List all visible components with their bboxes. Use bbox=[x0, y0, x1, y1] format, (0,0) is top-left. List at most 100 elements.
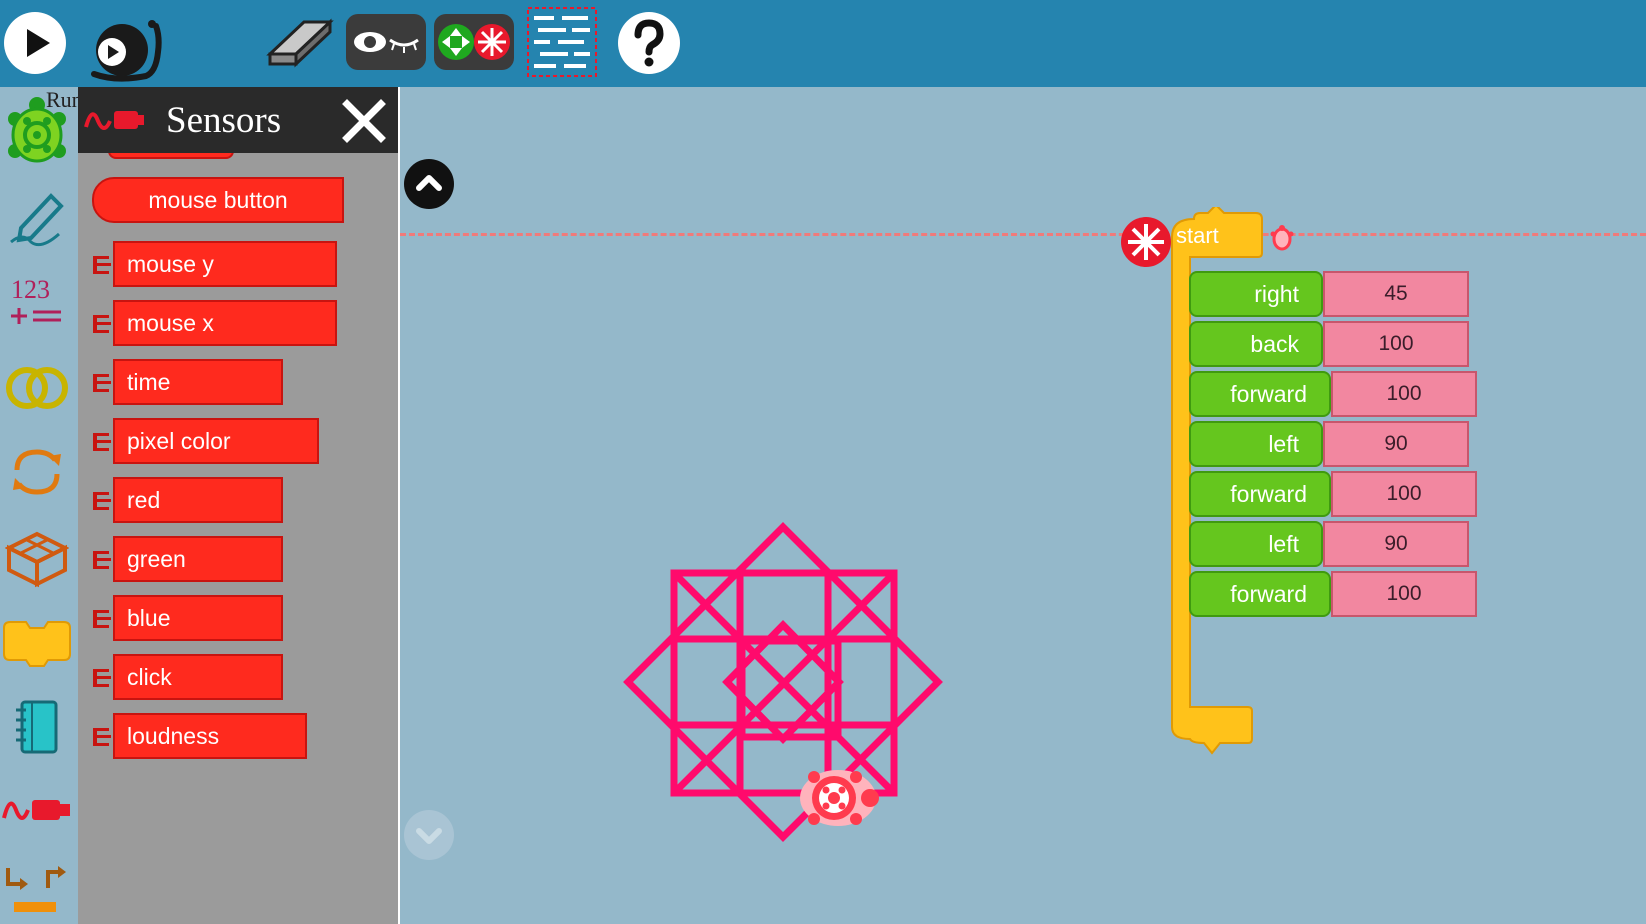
number-value: 100 bbox=[1378, 332, 1414, 355]
block-connector bbox=[93, 492, 111, 510]
grid-dashed-line bbox=[400, 233, 1646, 236]
stop-turtle-button[interactable] bbox=[1120, 216, 1172, 268]
media-palette-button[interactable] bbox=[2, 691, 72, 761]
help-button[interactable] bbox=[616, 10, 682, 76]
number-input-block[interactable]: 100 bbox=[1331, 371, 1477, 417]
sensor-block[interactable]: green bbox=[93, 536, 283, 582]
palette-sidebar: Run 123 bbox=[0, 87, 83, 924]
sensor-block[interactable]: loudness bbox=[93, 713, 307, 759]
help-icon bbox=[618, 12, 680, 74]
block-connector bbox=[93, 374, 111, 392]
sensors-palette-button[interactable] bbox=[2, 775, 72, 845]
sensor-block-label: time bbox=[127, 368, 171, 395]
turtle-sprite bbox=[800, 770, 879, 826]
expand-collapse-button[interactable] bbox=[434, 14, 514, 70]
number-palette-button[interactable]: 123 bbox=[2, 267, 72, 337]
turtle-command-block[interactable]: left bbox=[1189, 521, 1323, 567]
eye-icon bbox=[354, 32, 419, 53]
scroll-up-button[interactable] bbox=[404, 159, 454, 209]
svg-text:123: 123 bbox=[11, 275, 50, 304]
extras-palette-button[interactable] bbox=[2, 847, 72, 917]
eraser-icon bbox=[266, 18, 334, 68]
command-label: left bbox=[1268, 430, 1299, 457]
main-toolbar bbox=[0, 0, 1646, 87]
sensor-block[interactable]: mouse x bbox=[93, 300, 337, 346]
box-icon bbox=[5, 531, 69, 588]
sensor-block[interactable]: red bbox=[93, 477, 283, 523]
number-input-block[interactable]: 90 bbox=[1323, 521, 1469, 567]
grid-icon bbox=[527, 7, 597, 77]
turtle-palette-button[interactable] bbox=[2, 95, 72, 165]
run-button[interactable] bbox=[2, 10, 68, 76]
sensor-block-label: blue bbox=[127, 604, 171, 631]
sensor-block-label: mouse button bbox=[148, 186, 288, 213]
block-connector bbox=[93, 610, 111, 628]
pen-palette-button[interactable] bbox=[2, 183, 72, 253]
chevron-up-icon bbox=[404, 159, 454, 209]
turtle-command-block[interactable]: left bbox=[1189, 421, 1323, 467]
turtle-drawing bbox=[623, 522, 943, 842]
sensor-icon bbox=[2, 800, 70, 820]
turtle-icon bbox=[8, 97, 66, 163]
play-icon bbox=[4, 12, 66, 74]
palette-header: Sensors bbox=[78, 87, 398, 153]
sensor-block-label: mouse x bbox=[127, 309, 214, 336]
turtle-command-block[interactable]: forward bbox=[1189, 471, 1331, 517]
block-connector bbox=[93, 433, 111, 451]
command-label: forward bbox=[1230, 580, 1307, 607]
command-label: forward bbox=[1230, 380, 1307, 407]
number-input-block[interactable]: 45 bbox=[1323, 271, 1469, 317]
sensor-block[interactable]: time bbox=[93, 359, 283, 405]
sensor-block-label: loudness bbox=[127, 722, 220, 749]
number-input-block[interactable]: 100 bbox=[1331, 571, 1477, 617]
block-connector bbox=[93, 669, 111, 687]
media-icon bbox=[16, 700, 58, 754]
pen-icon bbox=[10, 193, 64, 247]
chevron-down-icon bbox=[404, 810, 454, 860]
turtle-command-block[interactable]: back bbox=[1189, 321, 1323, 367]
number-value: 100 bbox=[1386, 482, 1422, 505]
grid-button[interactable] bbox=[524, 4, 600, 80]
block-connector bbox=[93, 728, 111, 746]
turtle-command-block[interactable]: forward bbox=[1189, 571, 1331, 617]
number-value: 90 bbox=[1384, 532, 1408, 555]
number-input-block[interactable]: 100 bbox=[1323, 321, 1469, 367]
stop-icon bbox=[1121, 217, 1171, 267]
sensor-block[interactable]: blue bbox=[93, 595, 283, 641]
close-palette-button[interactable] bbox=[336, 93, 392, 149]
sensor-block-label: mouse y bbox=[127, 250, 214, 277]
scroll-down-button[interactable] bbox=[404, 810, 454, 860]
block-connector bbox=[93, 551, 111, 569]
command-label: right bbox=[1254, 280, 1299, 307]
sensors-palette-panel: Sensors mouse button mouse y mouse x time pi… bbox=[78, 87, 398, 924]
clear-button[interactable] bbox=[264, 14, 336, 72]
palette-title: Sensors bbox=[166, 100, 282, 141]
flow-palette-button[interactable] bbox=[2, 437, 72, 507]
run-slow-button[interactable] bbox=[86, 12, 162, 82]
number-value: 45 bbox=[1384, 282, 1408, 305]
turtle-command-block[interactable]: forward bbox=[1189, 371, 1331, 417]
command-label: left bbox=[1268, 530, 1299, 557]
sensor-block[interactable]: click bbox=[93, 654, 283, 700]
number-value: 100 bbox=[1386, 382, 1422, 405]
show-hide-blocks-button[interactable] bbox=[346, 14, 426, 70]
number-input-block[interactable]: 90 bbox=[1323, 421, 1469, 467]
sensor-block[interactable]: mouse y bbox=[93, 241, 337, 287]
sensor-block[interactable]: pixel color bbox=[93, 418, 319, 464]
sensor-block-label: click bbox=[127, 663, 172, 690]
boxes-palette-button[interactable] bbox=[2, 523, 72, 593]
number-icon: 123 bbox=[11, 275, 61, 324]
close-icon bbox=[342, 99, 386, 143]
sensor-block[interactable]: mouse button bbox=[92, 177, 344, 223]
turtle-mini-icon bbox=[1270, 225, 1294, 251]
command-label: forward bbox=[1230, 480, 1307, 507]
number-input-block[interactable]: 100 bbox=[1331, 471, 1477, 517]
drawing-canvas[interactable]: start right 45 back 100 forward 100 left 90 forw… bbox=[400, 87, 1646, 924]
action-palette-button[interactable] bbox=[2, 607, 72, 677]
boolean-palette-button[interactable] bbox=[2, 353, 72, 423]
turtle-command-block[interactable]: right bbox=[1189, 271, 1323, 317]
expand-collapse-icon bbox=[438, 24, 510, 60]
number-value: 90 bbox=[1384, 432, 1408, 455]
sensor-block-label: pixel color bbox=[127, 427, 231, 454]
block-connector bbox=[93, 256, 111, 274]
